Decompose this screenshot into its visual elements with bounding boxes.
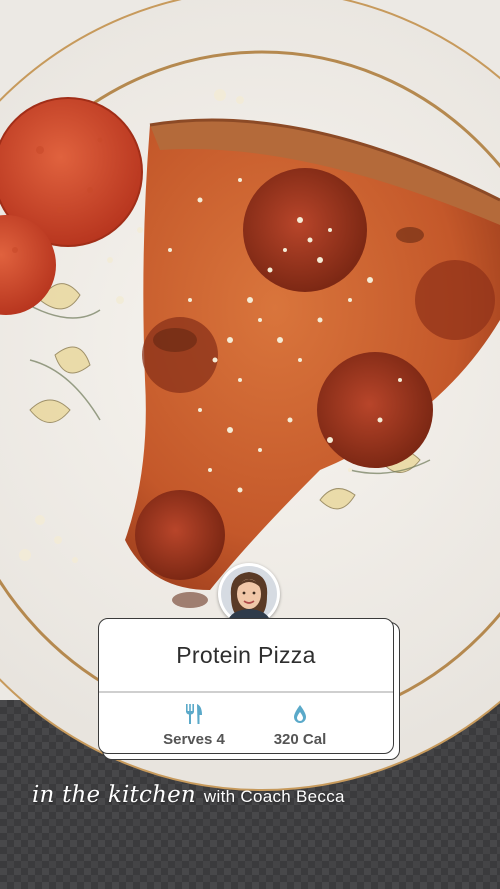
card-divider [99, 691, 393, 693]
calories-label: 320 Cal [273, 731, 327, 748]
servings-stat: Serves 4 [139, 703, 249, 748]
coach-photo [221, 566, 277, 622]
servings-label: Serves 4 [163, 731, 225, 748]
recipe-card[interactable]: Protein Pizza Serves 4 320 Cal [98, 618, 394, 754]
brand-script-title: in the kitchen [32, 782, 196, 808]
coach-avatar [218, 563, 280, 625]
brand-tagline: with Coach Becca [203, 787, 345, 806]
calories-stat: 320 Cal [245, 703, 355, 748]
recipe-title: Protein Pizza [176, 641, 316, 668]
fork-knife-icon [186, 704, 202, 724]
water-drop-icon [294, 705, 306, 723]
brand-footer: in the kitchen with Coach Becca [32, 782, 345, 822]
